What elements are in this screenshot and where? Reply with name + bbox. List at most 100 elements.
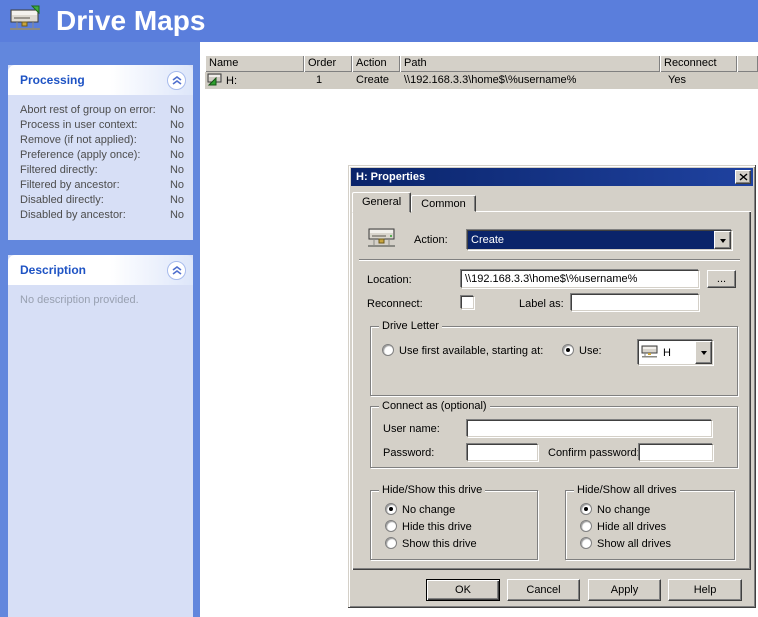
no-change-this-label: No change <box>402 504 456 516</box>
processing-item: Preference (apply once): No <box>20 149 184 161</box>
mapped-drive-icon <box>207 72 223 89</box>
drive-letter-value: H <box>663 346 671 359</box>
row-name-cell: H: <box>205 72 304 89</box>
tab-general[interactable]: General <box>352 192 412 213</box>
processing-item: Abort rest of group on error: No <box>20 104 184 116</box>
hide-all-drives-label: Hide all drives <box>597 521 667 533</box>
use-radio[interactable] <box>562 344 574 356</box>
reconnect-checkbox[interactable] <box>461 296 474 309</box>
chevron-up-icon <box>172 265 181 275</box>
dialog-tabs: General Common <box>352 191 476 213</box>
no-change-all-radio[interactable] <box>580 503 592 515</box>
reconnect-label: Reconnect: <box>367 298 423 310</box>
column-header-action[interactable]: Action <box>352 55 400 72</box>
drive-letter-dropdown-arrow[interactable] <box>695 341 712 364</box>
drive-maps-window: Drive Maps Processing Abort rest of grou… <box>0 0 758 617</box>
cancel-button[interactable]: Cancel <box>507 579 580 601</box>
action-dropdown-arrow[interactable] <box>714 231 731 249</box>
processing-panel-header: Processing <box>8 65 193 95</box>
row-order-cell: 1 <box>316 74 323 86</box>
collapse-processing-button[interactable] <box>167 70 186 90</box>
processing-item: Disabled by ancestor: No <box>20 209 184 221</box>
chevron-down-icon <box>700 351 707 358</box>
hide-this-drive-radio[interactable] <box>385 520 397 532</box>
location-label: Location: <box>367 274 412 286</box>
processing-item: Filtered directly: No <box>20 164 184 176</box>
description-panel-header: Description <box>8 255 193 285</box>
show-this-drive-radio[interactable] <box>385 537 397 549</box>
description-panel: Description No description provided. <box>8 255 193 617</box>
column-header-path[interactable]: Path <box>400 55 660 72</box>
collapse-description-button[interactable] <box>167 260 186 280</box>
label-as-input[interactable] <box>571 294 699 311</box>
dialog-title: H: Properties <box>356 171 426 183</box>
row-path-cell: \\192.168.3.3\home$\%username% <box>404 74 577 86</box>
app-header: Drive Maps <box>0 0 758 42</box>
general-tab-page: Action: Create Location: ... Reconnect: … <box>352 211 751 570</box>
chevron-down-icon <box>719 238 726 246</box>
confirm-password-input[interactable] <box>639 444 713 461</box>
dialog-titlebar[interactable]: H: Properties <box>351 168 753 186</box>
drive-maps-list: Name Order Action Path Reconnect H: 1 Cr… <box>205 55 758 89</box>
apply-button[interactable]: Apply <box>588 579 661 601</box>
connect-as-group-title: Connect as (optional) <box>379 400 490 412</box>
drive-letter-dropdown[interactable]: H <box>638 340 713 365</box>
hide-show-all-drives-title: Hide/Show all drives <box>574 484 680 496</box>
processing-title: Processing <box>20 73 85 87</box>
separator <box>359 259 740 261</box>
help-button[interactable]: Help <box>668 579 742 601</box>
column-header-name[interactable]: Name <box>205 55 304 72</box>
drive-letter-group: Drive Letter Use first available, starti… <box>370 320 738 396</box>
drive-letter-group-title: Drive Letter <box>379 320 442 332</box>
user-name-label: User name: <box>383 423 440 435</box>
use-first-available-radio[interactable] <box>382 344 394 356</box>
close-icon <box>739 173 747 181</box>
row-action-cell: Create <box>356 74 390 86</box>
connect-as-group: Connect as (optional) User name: Passwor… <box>370 400 738 468</box>
tab-common[interactable]: Common <box>411 195 476 212</box>
processing-item: Remove (if not applied): No <box>20 134 184 146</box>
processing-item: Filtered by ancestor: No <box>20 179 184 191</box>
password-input[interactable] <box>467 444 538 461</box>
description-text: No description provided. <box>20 294 139 306</box>
processing-panel: Processing Abort rest of group on error:… <box>8 65 193 240</box>
column-header-order[interactable]: Order <box>304 55 352 72</box>
label-as-label: Label as: <box>519 298 564 310</box>
drive-icon-small <box>641 343 660 362</box>
hide-all-drives-radio[interactable] <box>580 520 592 532</box>
chevron-up-icon <box>172 75 181 85</box>
hide-show-this-drive-group: Hide/Show this drive No change Hide this… <box>370 484 538 560</box>
row-reconnect-cell: Yes <box>668 74 686 86</box>
no-change-all-label: No change <box>597 504 651 516</box>
location-input[interactable] <box>461 270 699 288</box>
sidebar: Processing Abort rest of group on error:… <box>0 42 200 617</box>
processing-items: Abort rest of group on error: No Process … <box>8 95 193 223</box>
browse-button[interactable]: ... <box>707 270 736 288</box>
table-row[interactable]: H: 1 Create \\192.168.3.3\home$\%usernam… <box>205 72 758 89</box>
hide-show-all-drives-group: Hide/Show all drives No change Hide all … <box>565 484 735 560</box>
processing-item: Disabled directly: No <box>20 194 184 206</box>
list-header: Name Order Action Path Reconnect <box>205 55 758 72</box>
use-label: Use: <box>579 345 602 357</box>
use-first-available-label: Use first available, starting at: <box>399 345 544 357</box>
show-this-drive-label: Show this drive <box>402 538 477 550</box>
confirm-password-label: Confirm password: <box>548 447 640 459</box>
hide-show-this-drive-title: Hide/Show this drive <box>379 484 486 496</box>
show-all-drives-radio[interactable] <box>580 537 592 549</box>
action-dropdown[interactable]: Create <box>467 230 732 250</box>
close-button[interactable] <box>735 170 751 184</box>
no-change-this-radio[interactable] <box>385 503 397 515</box>
description-title: Description <box>20 263 87 277</box>
user-name-input[interactable] <box>467 420 712 437</box>
hide-this-drive-label: Hide this drive <box>402 521 472 533</box>
drive-maps-icon <box>8 3 46 40</box>
properties-dialog: H: Properties General Common Action: Cre… <box>348 165 756 608</box>
column-header-reconnect[interactable]: Reconnect <box>660 55 737 72</box>
drive-icon <box>367 224 399 254</box>
ok-button[interactable]: OK <box>426 579 500 601</box>
show-all-drives-label: Show all drives <box>597 538 671 550</box>
action-label: Action: <box>414 234 448 246</box>
column-header-filler <box>737 55 758 72</box>
action-selected-value: Create <box>468 231 714 249</box>
page-title: Drive Maps <box>56 5 206 36</box>
